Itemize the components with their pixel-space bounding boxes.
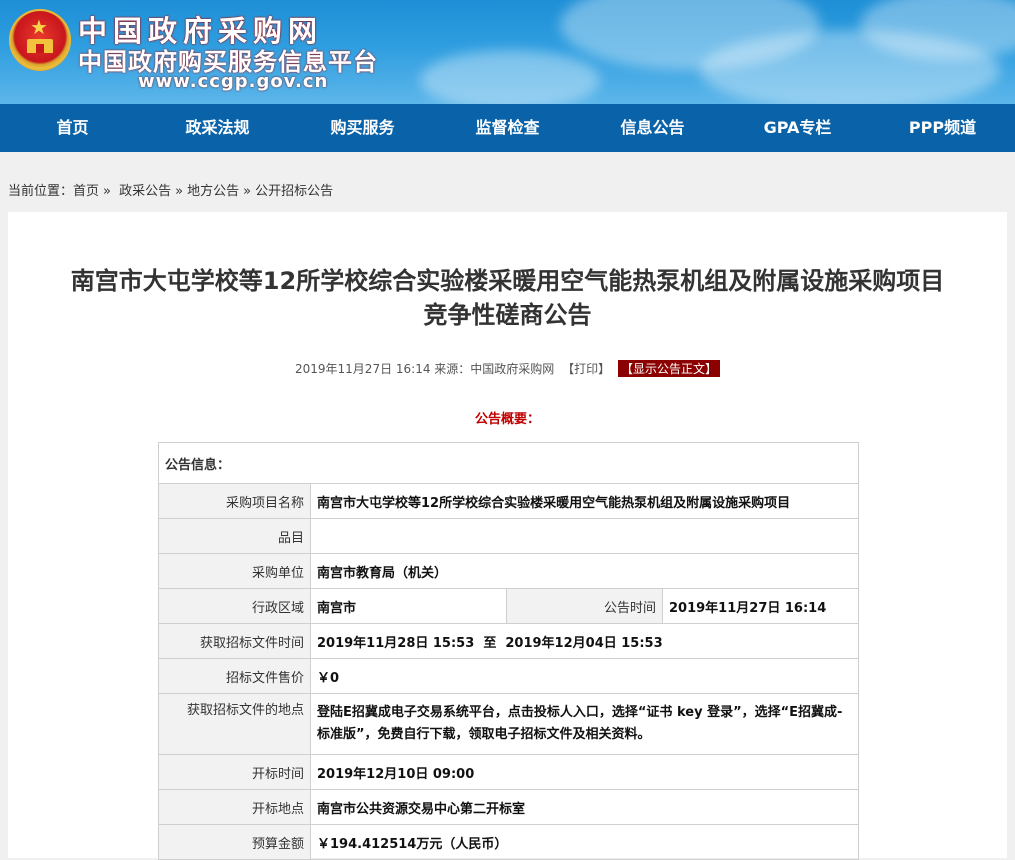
table-row: 预算金额 ￥194.412514万元（人民币） [158, 824, 860, 860]
table-row: 采购单位 南宫市教育局（机关） [158, 553, 860, 589]
article-title-line1: 南宫市大屯学校等12所学校综合实验楼采暖用空气能热泵机组及附属设施采购项目 [70, 267, 945, 295]
row-value-announce-time: 2019年11月27日 16:14 [661, 588, 860, 624]
row-value-budget: ￥194.412514万元（人民币） [309, 824, 860, 860]
site-url: www.ccgp.gov.cn [138, 71, 329, 92]
breadcrumb-separator: » [103, 184, 111, 199]
row-value-region: 南宫市 [310, 588, 507, 624]
row-value-project-name: 南宫市大屯学校等12所学校综合实验楼采暖用空气能热泵机组及附属设施采购项目 [309, 483, 860, 519]
breadcrumb-separator: » [175, 184, 184, 199]
row-value-open-location: 南宫市公共资源交易中心第二开标室 [309, 789, 860, 825]
header-banner: ★ 中国政府采购网 中国政府购买服务信息平台 www.ccgp.gov.cn [0, 0, 1015, 104]
row-label-project-name: 采购项目名称 [158, 483, 311, 519]
table-row: 招标文件售价 ￥0 [158, 658, 860, 694]
table-row: 开标地点 南宫市公共资源交易中心第二开标室 [158, 789, 860, 825]
article-meta: 2019年11月27日 16:14 来源：中国政府采购网 【打印】 【显示公告正… [8, 360, 1007, 377]
row-label-doc-location: 获取招标文件的地点 [158, 693, 311, 755]
row-value-doc-time: 2019年11月28日 15:53 至 2019年12月04日 15:53 [309, 623, 860, 659]
nav-item-regulations[interactable]: 政采法规 [145, 104, 290, 152]
breadcrumb-link-open-tender[interactable]: 公开招标公告 [255, 184, 333, 199]
row-label-category: 品目 [158, 518, 311, 554]
table-row: 公告信息： [157, 442, 860, 484]
row-value-doc-location: 登陆E招冀成电子交易系统平台，点击投标人入口，选择“证书 key 登录”，选择“… [309, 693, 860, 755]
nav-item-home[interactable]: 首页 [0, 104, 145, 152]
show-full-text-button[interactable]: 【显示公告正文】 [617, 360, 720, 377]
info-table-header: 公告信息： [157, 442, 860, 484]
national-emblem-icon[interactable]: ★ [9, 9, 71, 71]
row-label-doc-price: 招标文件售价 [158, 658, 311, 694]
cloud-decoration [420, 50, 600, 104]
row-value-category [309, 518, 860, 554]
article-date-source: 2019年11月27日 16:14 来源：中国政府采购网 [295, 362, 555, 376]
print-link[interactable]: 【打印】 [562, 362, 610, 376]
row-value-doc-price: ￥0 [309, 658, 860, 694]
breadcrumb-link-home[interactable]: 首页 [73, 184, 99, 199]
row-label-region: 行政区域 [158, 588, 311, 624]
table-row: 获取招标文件的地点 登陆E招冀成电子交易系统平台，点击投标人入口，选择“证书 k… [158, 693, 860, 755]
nav-item-announcements[interactable]: 信息公告 [580, 104, 725, 152]
row-label-budget: 预算金额 [158, 824, 311, 860]
row-label-doc-time: 获取招标文件时间 [158, 623, 311, 659]
row-label-purchaser: 采购单位 [158, 553, 311, 589]
nav-item-supervision[interactable]: 监督检查 [435, 104, 580, 152]
row-value-open-time: 2019年12月10日 09:00 [309, 754, 860, 790]
announcement-info-table: 公告信息： 采购项目名称 南宫市大屯学校等12所学校综合实验楼采暖用空气能热泵机… [157, 442, 860, 860]
table-row: 采购项目名称 南宫市大屯学校等12所学校综合实验楼采暖用空气能热泵机组及附属设施… [158, 483, 860, 519]
breadcrumb-link-procurement[interactable]: 政采公告 [119, 184, 171, 199]
nav-item-purchase-services[interactable]: 购买服务 [290, 104, 435, 152]
content-panel: 南宫市大屯学校等12所学校综合实验楼采暖用空气能热泵机组及附属设施采购项目 竞争… [8, 212, 1007, 860]
nav-item-ppp[interactable]: PPP频道 [870, 104, 1015, 152]
table-row: 行政区域 南宫市 公告时间 2019年11月27日 16:14 [158, 588, 860, 624]
breadcrumb-prefix: 当前位置： [8, 184, 74, 199]
nav-item-gpa[interactable]: GPA专栏 [725, 104, 870, 152]
row-label-open-location: 开标地点 [158, 789, 311, 825]
row-label-open-time: 开标时间 [158, 754, 311, 790]
article-title-line2: 竞争性磋商公告 [423, 301, 592, 329]
summary-heading: 公告概要： [474, 412, 540, 427]
breadcrumb-link-local[interactable]: 地方公告 [187, 184, 239, 199]
article-title: 南宫市大屯学校等12所学校综合实验楼采暖用空气能热泵机组及附属设施采购项目 竞争… [8, 264, 1007, 332]
main-nav: 首页 政采法规 购买服务 监督检查 信息公告 GPA专栏 PPP频道 [0, 104, 1015, 152]
table-row: 开标时间 2019年12月10日 09:00 [158, 754, 860, 790]
table-row: 获取招标文件时间 2019年11月28日 15:53 至 2019年12月04日… [158, 623, 860, 659]
table-row: 品目 [158, 518, 860, 554]
row-label-announce-time: 公告时间 [506, 588, 663, 624]
row-value-purchaser: 南宫市教育局（机关） [309, 553, 860, 589]
breadcrumb-separator: » [243, 184, 252, 199]
breadcrumb: 当前位置：首页» 政采公告» 地方公告» 公开招标公告 [8, 180, 333, 199]
